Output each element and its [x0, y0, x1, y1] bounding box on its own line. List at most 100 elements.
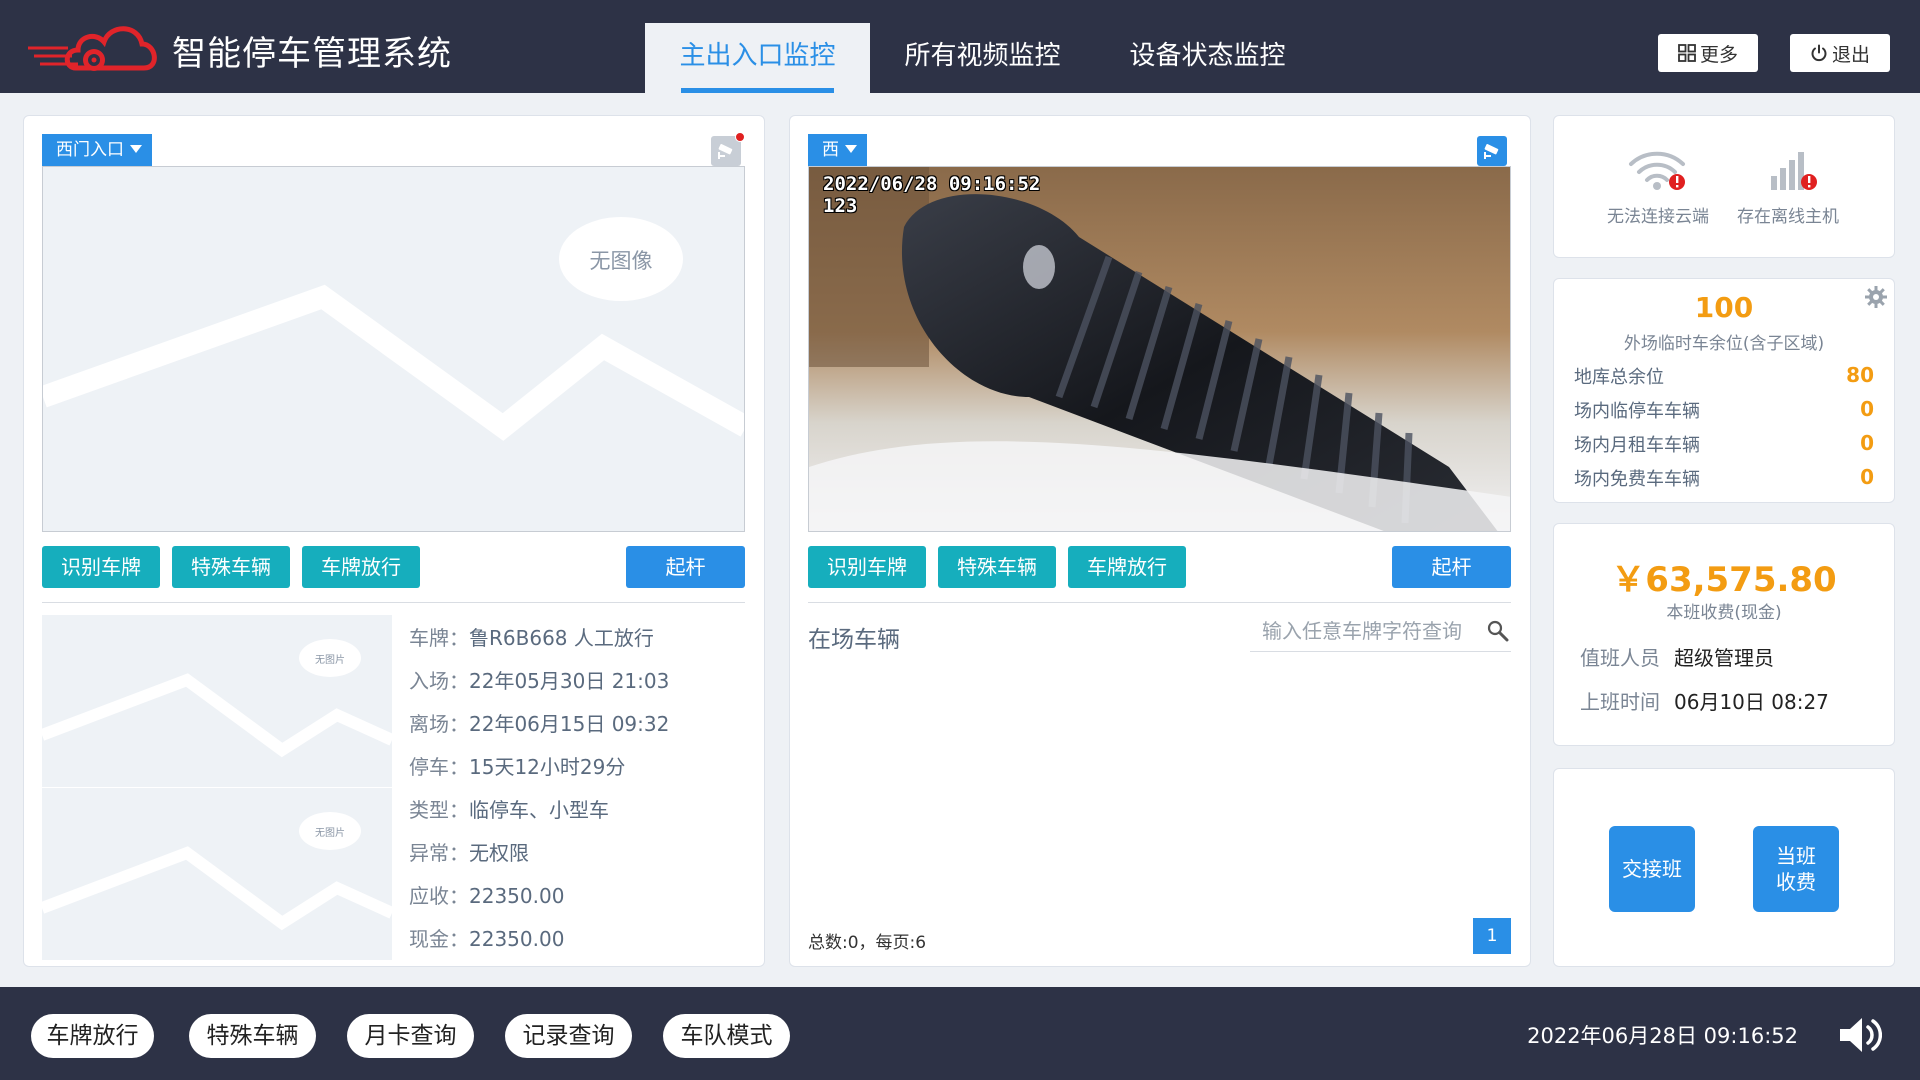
camera-status-button[interactable]: [711, 132, 745, 166]
exit-snapshot: 无图片: [42, 788, 392, 960]
stat-value: 0: [1860, 397, 1874, 421]
shift-start-row: 上班时间 06月10日 08:27: [1580, 686, 1829, 715]
stat-label: 场内临停车车辆: [1574, 401, 1700, 422]
left-video-view: 无图像: [42, 166, 745, 532]
stat-row: 场内临停车车辆 0: [1574, 397, 1874, 425]
stat-row: 地库总余位 80: [1574, 363, 1874, 391]
top-bar: 智能停车管理系统 主出入口监控 所有视频监控 设备状态监控 更多 退出: [0, 0, 1920, 93]
record-value: 15天12小时29分: [469, 755, 626, 779]
current-fee-line1: 当班: [1776, 844, 1816, 868]
stat-row: 场内免费车车辆 0: [1574, 465, 1874, 493]
exit-button[interactable]: 退出: [1790, 34, 1890, 72]
pill-record-query[interactable]: 记录查询: [505, 1014, 632, 1058]
special-vehicle-button[interactable]: 特殊车辆: [172, 546, 290, 588]
pill-monthly-card-query[interactable]: 月卡查询: [347, 1014, 474, 1058]
record-receivable: 应收：22350.00: [409, 880, 564, 909]
tab-device-status-monitor[interactable]: 设备状态监控: [1095, 23, 1320, 93]
record-label: 现金：: [409, 927, 469, 951]
shift-fee-card: ￥63,575.80 本班收费(现金) 值班人员 超级管理员 上班时间 06月10日…: [1553, 523, 1895, 746]
osd-channel: 123: [823, 195, 858, 217]
actions-card: 交接班 当班 收费: [1553, 768, 1895, 967]
current-fee-button[interactable]: 当班 收费: [1753, 826, 1839, 912]
stat-label: 场内月租车车辆: [1574, 435, 1700, 456]
pill-special-vehicle[interactable]: 特殊车辆: [189, 1014, 316, 1058]
record-label: 异常：: [409, 841, 469, 865]
record-label: 入场：: [409, 669, 469, 693]
left-camera-panel: 西门入口 无图像 识别车牌 特殊车辆 车牌放行 起杆 无图片 无图片 车牌：鲁R…: [23, 115, 765, 967]
handover-button[interactable]: 交接班: [1609, 826, 1695, 912]
pill-plate-release[interactable]: 车牌放行: [31, 1014, 154, 1058]
tab-label: 主出入口监控: [679, 41, 836, 71]
plate-release-button[interactable]: 车牌放行: [1068, 546, 1186, 588]
recognize-plate-button[interactable]: 识别车牌: [808, 546, 926, 588]
record-plate: 车牌：鲁R6B668 人工放行: [409, 622, 654, 651]
special-vehicle-button[interactable]: 特殊车辆: [938, 546, 1056, 588]
raise-barrier-button[interactable]: 起杆: [626, 546, 745, 588]
camera-selector-label: 西门入口: [56, 140, 124, 160]
stat-row: 场内月租车车辆 0: [1574, 431, 1874, 459]
operator-label: 值班人员: [1580, 646, 1660, 670]
tab-label: 设备状态监控: [1129, 41, 1286, 71]
cloud-status: 无法连接云端: [1598, 148, 1718, 227]
no-image-placeholder: [42, 639, 392, 758]
no-image-text: 无图片: [315, 828, 345, 839]
host-status-label: 存在离线主机: [1737, 207, 1839, 227]
logo-icon: [28, 26, 157, 71]
record-value: 22年06月15日 09:32: [469, 712, 670, 736]
tab-all-video-monitor[interactable]: 所有视频监控: [870, 23, 1095, 93]
right-video-view: 2022/06/28 09:16:52 123: [808, 166, 1511, 532]
shift-start-label: 上班时间: [1580, 690, 1660, 714]
alert-dot: [735, 132, 745, 142]
record-type: 类型：临停车、小型车: [409, 794, 609, 823]
no-image-text: 无图片: [315, 655, 345, 666]
current-datetime: 2022年06月28日 09:16:52: [1527, 1024, 1798, 1048]
tab-main-entrance-monitor[interactable]: 主出入口监控: [645, 23, 870, 93]
operator-row: 值班人员 超级管理员: [1580, 642, 1774, 671]
record-label: 停车：: [409, 755, 469, 779]
record-exception: 异常：无权限: [409, 837, 529, 866]
camera-selector[interactable]: 西门入口: [42, 134, 152, 166]
caret-down-icon: [845, 145, 857, 153]
live-camera-frame: [809, 167, 1510, 531]
cctv-camera-icon: [718, 144, 733, 159]
record-entry-time: 入场：22年05月30日 21:03: [409, 665, 669, 694]
camera-selector[interactable]: 西: [808, 134, 867, 166]
caret-down-icon: [130, 145, 142, 153]
no-image-placeholder: [42, 812, 392, 931]
plate-release-button[interactable]: 车牌放行: [302, 546, 420, 588]
stat-label: 场内免费车车辆: [1574, 469, 1700, 490]
active-tab-indicator: [681, 88, 834, 93]
cctv-camera-icon: [1484, 144, 1499, 159]
camera-status-button[interactable]: [1477, 136, 1507, 166]
entry-snapshot: 无图片: [42, 615, 392, 787]
exit-label: 退出: [1831, 43, 1870, 66]
record-value: 鲁R6B668 人工放行: [469, 626, 654, 650]
record-value: 临停车、小型车: [469, 798, 609, 822]
page-1-button[interactable]: 1: [1473, 918, 1511, 954]
more-label: 更多: [1699, 43, 1738, 66]
raise-barrier-button[interactable]: 起杆: [1392, 546, 1511, 588]
record-value: 22350.00: [469, 927, 565, 951]
record-label: 应收：: [409, 884, 469, 908]
wifi-error-icon: [1629, 151, 1685, 190]
current-fee-line2: 收费: [1776, 870, 1816, 894]
vehicles-in-lot-title: 在场车辆: [808, 627, 900, 653]
more-button[interactable]: 更多: [1658, 34, 1758, 72]
pill-fleet-mode[interactable]: 车队模式: [663, 1014, 790, 1058]
power-icon: [1810, 44, 1828, 62]
volume-icon[interactable]: [1838, 1015, 1882, 1055]
record-label: 类型：: [409, 798, 469, 822]
recognize-plate-button[interactable]: 识别车牌: [42, 546, 160, 588]
search-icon[interactable]: [1487, 620, 1509, 646]
no-image-text: 无图像: [589, 249, 653, 273]
current-fee-label: 当班 收费: [1776, 843, 1816, 895]
plate-search-input[interactable]: [1250, 612, 1470, 650]
divider: [808, 602, 1511, 603]
device-status-card: 无法连接云端 存在离线主机: [1553, 115, 1895, 258]
record-duration: 停车：15天12小时29分: [409, 751, 625, 780]
stat-label: 地库总余位: [1574, 367, 1664, 388]
camera-selector-label: 西: [822, 140, 839, 160]
bottom-bar: 车牌放行 特殊车辆 月卡查询 记录查询 车队模式 2022年06月28日 09:…: [0, 987, 1920, 1080]
cloud-status-label: 无法连接云端: [1607, 207, 1709, 227]
divider: [42, 602, 745, 603]
